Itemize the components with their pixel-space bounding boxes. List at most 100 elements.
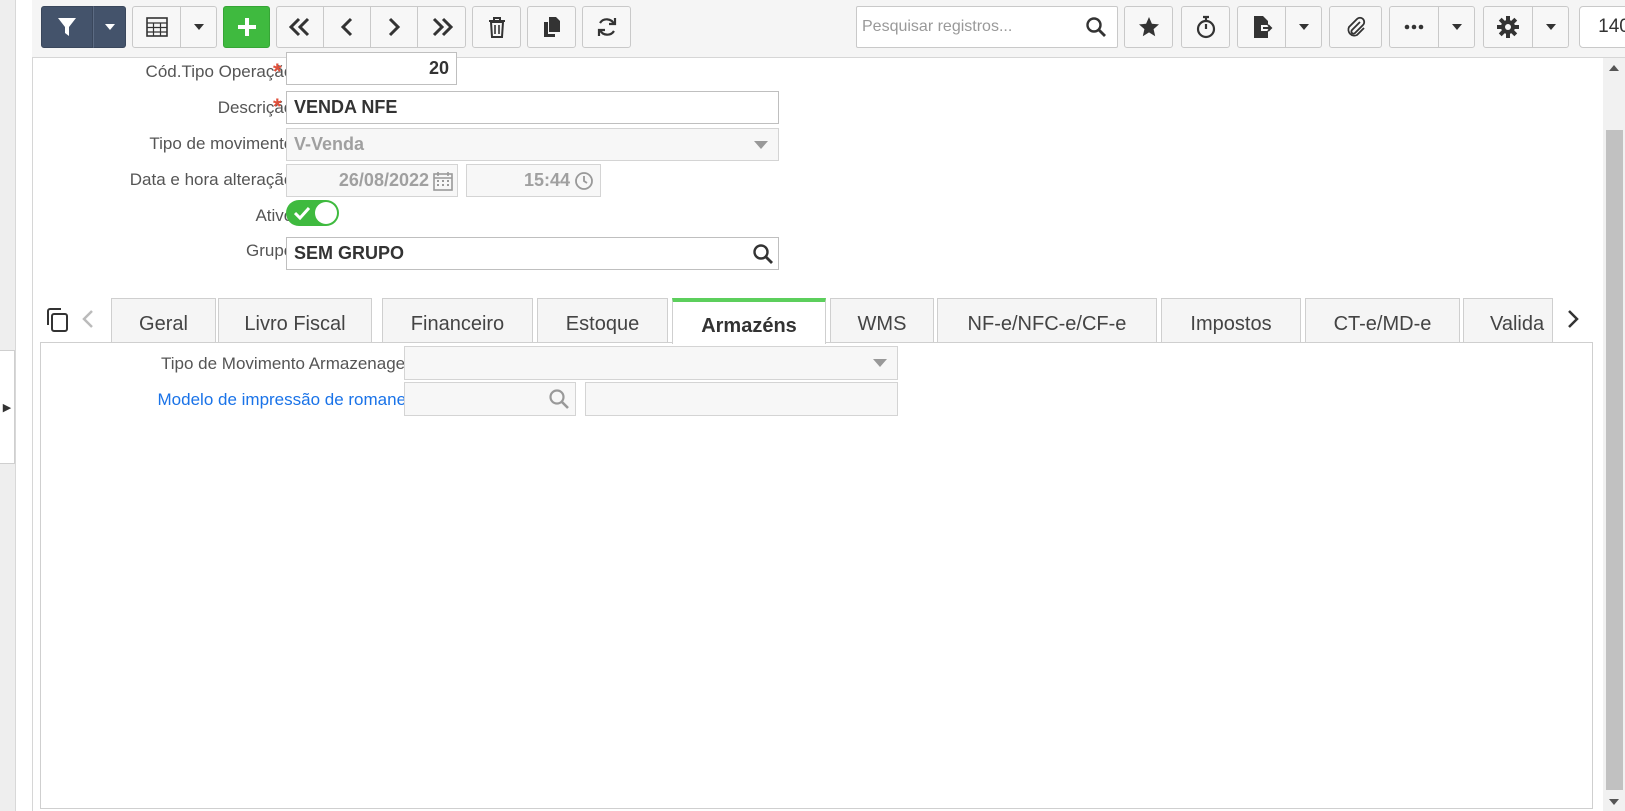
cod-tipo-operacao-field[interactable]: 20 [286,52,457,85]
caret-down-icon [193,24,204,30]
caret-down-icon [1298,24,1309,30]
file-export-icon [1253,16,1272,38]
search-icon[interactable] [1085,16,1107,38]
grupo-value: SEM GRUPO [294,243,405,263]
cod-tipo-operacao-value: 20 [428,58,449,78]
copy-tabs-icon[interactable] [45,306,71,334]
tab-impostos[interactable]: Impostos [1161,298,1301,342]
settings-button[interactable] [1483,6,1533,48]
chevron-right-icon[interactable] [1567,309,1579,329]
modelo-impressao-romaneio-link[interactable]: Modelo de impressão de romaneio: [158,390,424,410]
tab-label: Estoque [565,313,640,335]
duplicate-button[interactable] [527,6,576,48]
tipo-movimento-select[interactable]: V-Venda [286,128,779,161]
tab-label: Impostos [1190,313,1272,335]
stopwatch-icon [1196,15,1215,39]
more-actions-dropdown-button[interactable] [1438,6,1475,48]
plus-icon [237,18,256,36]
tab-wms[interactable]: WMS [830,298,934,342]
triangle-right-icon: ▶ [2,401,12,414]
expand-sidebar-handle[interactable]: ▶ [0,350,15,464]
filter-dropdown-button[interactable] [93,6,126,48]
previous-record-button[interactable] [323,6,371,48]
tab-armazens[interactable]: Armazéns [672,298,826,344]
tab-estoque[interactable]: Estoque [537,298,668,342]
tab-label: WMS [857,313,907,335]
copy-icon [543,17,560,37]
tab-label: Financeiro [410,313,505,335]
grupo-field[interactable]: SEM GRUPO [286,237,779,270]
search-icon[interactable] [752,243,774,265]
tipo-movimento-label: Tipo de movimento: [149,134,298,153]
caret-down-icon [1545,24,1556,30]
scroll-up-arrow[interactable] [1603,60,1625,76]
more-actions-button[interactable] [1389,6,1439,48]
settings-dropdown-button[interactable] [1532,6,1569,48]
descricao-value: VENDA NFE [294,97,398,117]
filter-icon [58,18,76,36]
data-hora-alteracao-label: Data e hora alteração: [129,170,298,189]
export-button[interactable] [1237,6,1286,48]
grid-view-dropdown-button[interactable] [180,6,217,48]
favorite-button[interactable] [1124,6,1173,48]
attachment-button[interactable] [1329,6,1382,48]
refresh-button[interactable] [582,6,631,48]
triangle-up-icon [1609,65,1619,71]
hora-alteracao-value: 15:44 [523,170,570,190]
required-marker: * [273,59,282,84]
star-icon [1138,17,1159,37]
search-icon[interactable] [548,388,570,410]
tab-livro-fiscal[interactable]: Livro Fiscal [218,298,372,342]
required-marker: * [273,94,282,119]
calendar-icon [433,171,453,191]
trash-icon [488,17,505,38]
tab-label: Armazéns [701,315,797,337]
tipo-movimento-armazenagem-select[interactable] [404,346,898,380]
export-dropdown-button[interactable] [1285,6,1322,48]
tab-validacoes[interactable]: Valida [1463,298,1553,342]
tab-content-armazens: Tipo de Movimento Armazenagem: Modelo de… [40,342,1593,809]
tab-label: Valida [1490,313,1545,335]
data-alteracao-value: 26/08/2022 [338,170,429,190]
scroll-down-arrow[interactable] [1603,794,1625,810]
tab-strip: Geral Livro Fiscal Financeiro Estoque Ar… [40,294,1595,344]
caret-down-icon [104,24,115,30]
caret-down-icon [1451,24,1462,30]
add-record-button[interactable] [223,6,270,48]
timer-button[interactable] [1181,6,1230,48]
double-chevron-left-icon [288,17,310,37]
tab-label: Geral [139,313,188,335]
double-chevron-right-icon [432,17,453,37]
chevron-right-icon [388,17,401,37]
data-alteracao-field[interactable]: 26/08/2022 [286,164,458,197]
hora-alteracao-field[interactable]: 15:44 [466,164,601,197]
tab-financeiro[interactable]: Financeiro [382,298,533,342]
tab-cte-mde[interactable]: CT-e/MD-e [1305,298,1460,342]
grid-view-button[interactable] [132,6,181,48]
last-record-button[interactable] [417,6,466,48]
descricao-field[interactable]: VENDA NFE [286,91,779,124]
caret-down-icon [754,140,768,149]
chevron-left-icon [340,17,353,37]
ellipsis-icon [1404,24,1424,30]
modelo-romaneio-code-field[interactable] [404,382,576,416]
tipo-movimento-value: V-Venda [294,134,365,154]
filter-button[interactable] [41,6,93,48]
chevron-left-icon[interactable] [82,309,94,329]
first-record-button[interactable] [276,6,324,48]
toolbar: 140 [32,0,1625,58]
tab-geral[interactable]: Geral [111,298,216,342]
ativo-toggle[interactable] [286,200,339,226]
paperclip-icon [1347,16,1365,37]
scrollbar-thumb[interactable] [1606,130,1623,790]
next-record-button[interactable] [370,6,418,48]
tab-label: Livro Fiscal [244,313,346,335]
refresh-icon [597,18,616,36]
search-input[interactable] [857,18,1079,36]
tab-label: CT-e/MD-e [1333,313,1432,335]
vertical-scrollbar[interactable] [1603,58,1625,811]
tab-label: NF-e/NFC-e/CF-e [967,313,1127,335]
search-records [856,6,1118,48]
tab-nfe-nfce-cfe[interactable]: NF-e/NFC-e/CF-e [937,298,1157,342]
delete-button[interactable] [472,6,521,48]
